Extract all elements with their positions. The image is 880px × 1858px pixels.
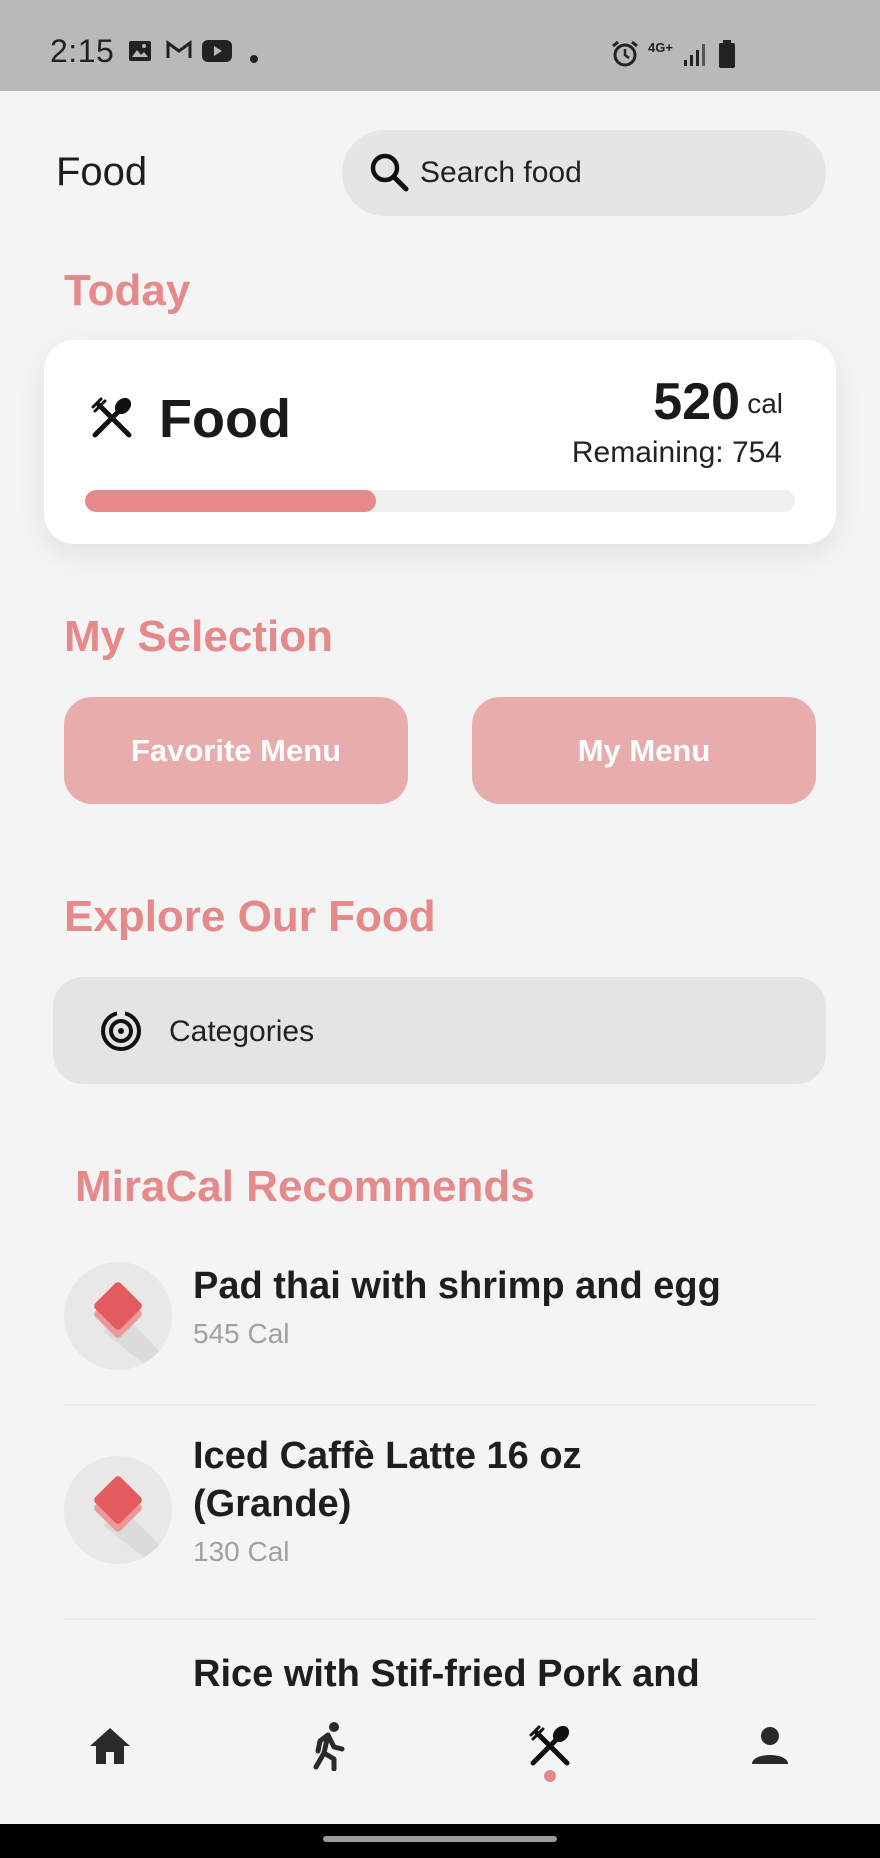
food-thumbnail <box>64 1262 172 1370</box>
search-icon <box>370 153 409 192</box>
my-selection-title: My Selection <box>64 612 333 661</box>
calorie-progress-bar <box>85 490 795 512</box>
dot-icon <box>250 50 258 68</box>
food-icon[interactable] <box>520 1716 580 1776</box>
home-icon[interactable] <box>80 1716 140 1776</box>
4g-icon: 4G+ <box>648 40 673 55</box>
favorite-menu-button[interactable]: Favorite Menu <box>64 697 408 804</box>
food-summary-card[interactable]: Food 520 cal Remaining: 754 <box>44 340 836 544</box>
calorie-progress-fill <box>85 490 377 512</box>
calorie-value: 520 <box>653 373 740 431</box>
categories-button[interactable]: Categories <box>53 977 826 1084</box>
food-calories: 130 Cal <box>193 1536 290 1567</box>
alarm-icon <box>610 40 640 73</box>
image-icon <box>128 40 152 67</box>
status-time: 2:15 <box>50 33 115 69</box>
signal-icon <box>682 42 708 73</box>
divider <box>64 1618 816 1620</box>
food-name: Iced Caffè Latte 16 oz (Grande) <box>193 1435 582 1525</box>
page-title: Food <box>56 150 148 194</box>
food-calories: 545 Cal <box>193 1318 290 1349</box>
search-input[interactable]: Search food <box>342 130 826 216</box>
search-placeholder: Search food <box>420 156 582 189</box>
explore-title: Explore Our Food <box>64 892 436 941</box>
system-nav-bar <box>0 1824 880 1858</box>
recommends-title: MiraCal Recommends <box>75 1162 535 1211</box>
categories-icon <box>101 1009 141 1051</box>
remaining-calories: Remaining: 754 <box>571 436 782 469</box>
gmail-icon <box>166 40 192 65</box>
status-bar: 2:15 4G+ <box>0 0 880 91</box>
run-icon[interactable] <box>298 1716 358 1776</box>
battery-icon <box>718 40 736 73</box>
card-label: Food <box>159 389 291 449</box>
food-name: Rice with Stif-fried Pork and <box>193 1653 700 1688</box>
calorie-unit: cal <box>747 388 783 419</box>
today-title: Today <box>64 266 191 315</box>
food-thumbnail <box>64 1456 172 1564</box>
bottom-nav <box>0 1688 880 1824</box>
list-item[interactable]: Rice with Stif-fried Pork and <box>64 1650 824 1688</box>
divider <box>64 1404 816 1406</box>
youtube-icon <box>202 40 232 67</box>
home-gesture-handle[interactable] <box>323 1836 557 1842</box>
profile-icon[interactable] <box>740 1716 800 1776</box>
food-name: Pad thai with shrimp and egg <box>193 1265 721 1307</box>
my-menu-button[interactable]: My Menu <box>472 697 816 804</box>
categories-label: Categories <box>169 1015 315 1048</box>
food-icon <box>89 395 135 446</box>
active-indicator <box>544 1770 556 1782</box>
